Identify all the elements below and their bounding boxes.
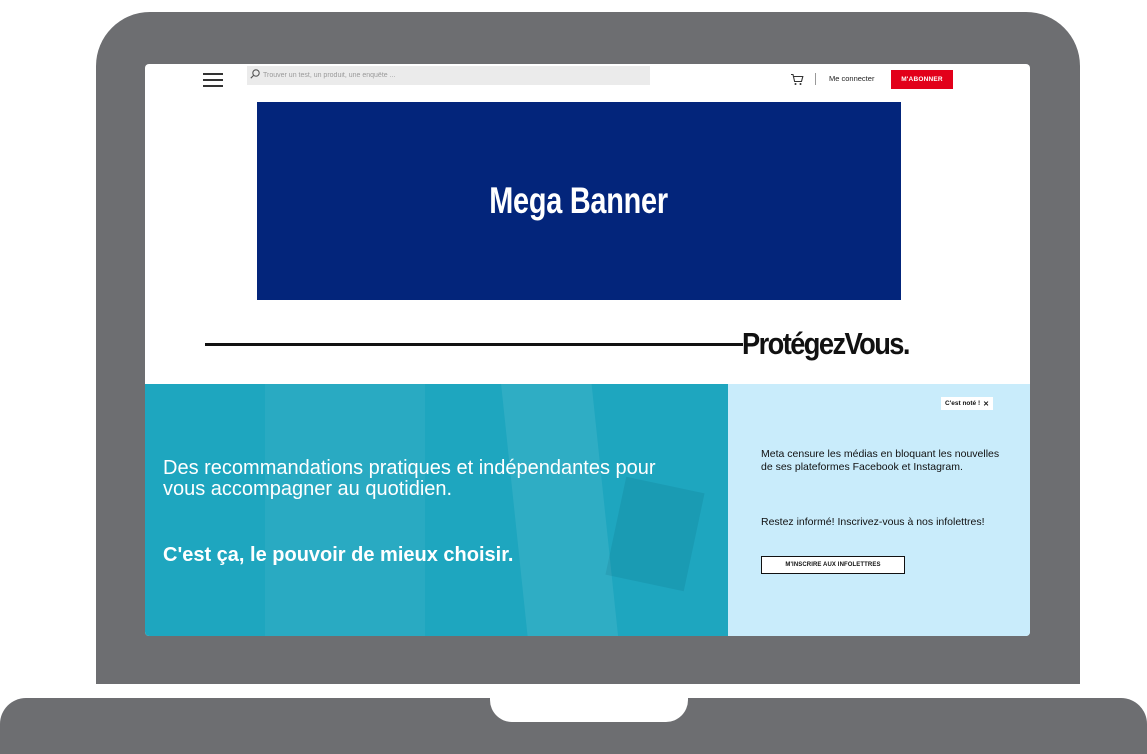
- hero-background-shade: [499, 384, 621, 636]
- notice-message: Meta censure les médias en bloquant les …: [761, 448, 1000, 473]
- hero-background-shade: [265, 384, 425, 636]
- login-link[interactable]: Me connecter: [829, 74, 874, 83]
- search-input[interactable]: [259, 66, 648, 85]
- hero-section: Des recommandations pratiques et indépen…: [145, 384, 728, 636]
- hamburger-menu-icon[interactable]: [203, 70, 225, 88]
- newsletter-signup-button[interactable]: M'INSCRIRE AUX INFOLETTRES: [761, 556, 905, 574]
- notice-panel: C'est noté ! ✕ Meta censure les médias e…: [728, 384, 1030, 636]
- notice-cta-text: Restez informé! Inscrivez-vous à nos inf…: [761, 516, 985, 528]
- hero-tagline: C'est ça, le pouvoir de mieux choisir.: [163, 544, 514, 566]
- dismiss-label: C'est noté !: [945, 400, 981, 407]
- mega-banner[interactable]: Mega Banner: [257, 102, 901, 300]
- laptop-screen: Me connecter M'ABONNER Mega Banner Proté…: [145, 64, 1030, 636]
- hero-text: Des recommandations pratiques et indépen…: [163, 457, 656, 500]
- logo-rule: [205, 343, 743, 346]
- site-logo[interactable]: ProtégezVous.: [742, 326, 910, 362]
- cart-icon[interactable]: [790, 73, 804, 86]
- dismiss-button[interactable]: C'est noté ! ✕: [941, 397, 994, 410]
- laptop-illustration: Me connecter M'ABONNER Mega Banner Proté…: [0, 0, 1147, 754]
- laptop-notch: [490, 698, 688, 722]
- mega-banner-label: Mega Banner: [489, 180, 669, 221]
- header-divider: [815, 73, 816, 85]
- close-icon: ✕: [983, 400, 990, 408]
- subscribe-button[interactable]: M'ABONNER: [891, 70, 953, 89]
